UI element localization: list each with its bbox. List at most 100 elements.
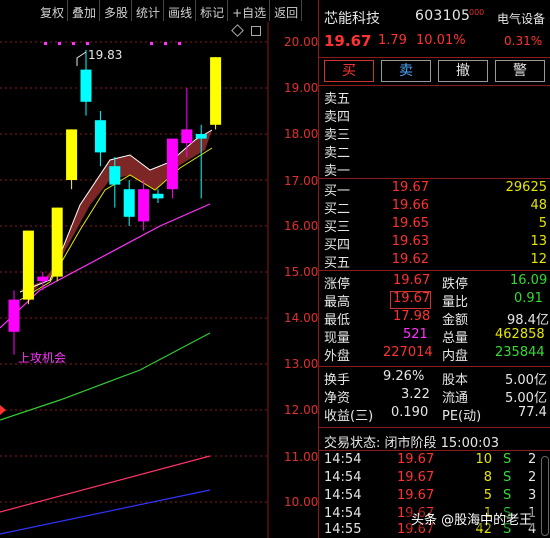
current-volume-label: 现量 <box>324 331 351 346</box>
bid-row[interactable]: 买二 19.66 48 <box>319 198 550 217</box>
price-axis-label: 16.00 <box>284 219 319 233</box>
tick-price: 19.67 <box>397 452 435 467</box>
toolbar-mark-button[interactable]: 标记 <box>196 0 229 21</box>
divider <box>319 366 550 367</box>
limit-up-value: 19.67 <box>393 273 431 288</box>
price-axis-label: 20.00 <box>284 35 319 49</box>
signal-dot <box>72 42 75 45</box>
bid-price: 19.67 <box>391 180 429 195</box>
buy-button[interactable]: 买 <box>324 60 374 82</box>
watermark-text: 头条 @股海中的老王 <box>407 508 537 529</box>
price-axis-label: 12.00 <box>284 403 319 417</box>
float-shares-value: 5.00亿 <box>505 391 547 406</box>
eps-value: 0.190 <box>391 405 429 420</box>
bid-row[interactable]: 买三 19.65 5 <box>319 216 550 235</box>
divider <box>319 427 550 428</box>
candle-body <box>195 134 207 139</box>
bid-price: 19.62 <box>391 252 429 267</box>
amount-value: 98.4亿 <box>507 313 549 328</box>
current-volume-value: 521 <box>403 327 428 342</box>
bid-level-label: 买四 <box>324 238 351 253</box>
signal-dot <box>164 42 167 45</box>
bid-volume: 13 <box>530 234 547 249</box>
tick-price: 19.67 <box>397 488 435 503</box>
tick-row: 14:54 19.67 5 S 3 <box>319 488 550 506</box>
tick-count: 3 <box>528 488 537 503</box>
eps-label: 收益(三) <box>324 409 374 424</box>
high-label: 最高 <box>324 295 351 310</box>
signal-dot <box>150 42 153 45</box>
candle-body <box>166 138 178 190</box>
total-shares-label: 股本 <box>442 373 469 388</box>
divider <box>319 85 550 86</box>
tick-volume: 5 <box>483 488 492 503</box>
signal-arrow-icon <box>0 405 6 415</box>
price-axis-label: 13.00 <box>284 357 319 371</box>
limit-down-label: 跌停 <box>442 277 469 292</box>
total-volume-value: 462858 <box>495 327 545 342</box>
candle-body <box>51 207 63 277</box>
sector-name[interactable]: 电气设备 <box>497 10 545 27</box>
float-shares-label: 流通 <box>442 391 469 406</box>
outer-volume-value: 227014 <box>383 345 433 360</box>
tick-volume: 8 <box>483 470 492 485</box>
sell-button[interactable]: 卖 <box>381 60 431 82</box>
ma-line-blue <box>0 489 211 535</box>
toolbar-multi-stock-button[interactable]: 多股 <box>100 0 133 21</box>
candle-body <box>66 129 78 180</box>
square-icon[interactable] <box>251 26 261 36</box>
price-alert-button[interactable]: 警 <box>495 60 545 82</box>
bid-level-label: 买一 <box>324 184 351 199</box>
toolbar-add-watchlist-button[interactable]: +自选 <box>228 0 271 21</box>
tick-count: 2 <box>528 470 537 485</box>
tick-time: 14:54 <box>324 470 362 485</box>
amount-label: 金额 <box>442 313 469 328</box>
tick-side: S <box>503 470 512 485</box>
inner-volume-label: 内盘 <box>442 349 469 364</box>
toolbar-back-button[interactable]: 返回 <box>270 0 303 21</box>
divider <box>319 57 550 58</box>
stock-code-tag: 000 <box>469 8 485 17</box>
sector-change-percent: 0.31% <box>504 34 543 48</box>
bid-row[interactable]: 买一 19.67 29625 <box>319 180 550 199</box>
candle-body <box>109 166 121 185</box>
low-value: 17.98 <box>393 309 431 324</box>
divider <box>319 270 550 271</box>
bid-volume: 12 <box>530 252 547 267</box>
low-label: 最低 <box>324 313 351 328</box>
stock-name: 芯能科技 <box>324 11 380 27</box>
toolbar-overlay-button[interactable]: 叠加 <box>68 0 101 21</box>
volume-ratio-value: 0.91 <box>514 291 543 306</box>
cancel-order-button[interactable]: 撤 <box>438 60 488 82</box>
tick-price: 19.67 <box>397 470 435 485</box>
inner-volume-value: 235844 <box>495 345 545 360</box>
price-axis-label: 19.00 <box>284 81 319 95</box>
tick-side: S <box>503 452 512 467</box>
toolbar-draw-line-button[interactable]: 画线 <box>164 0 197 21</box>
price-axis-label: 14.00 <box>284 311 319 325</box>
turnover-value: 9.26% <box>383 369 425 384</box>
divider <box>319 450 550 451</box>
candle-body <box>80 69 92 102</box>
quote-header: 芯能科技 603105 000 电气设备 19.67 1.79 10.01% 0… <box>319 0 550 58</box>
ask-level-label: 卖二 <box>324 146 351 161</box>
toolbar-statistics-button[interactable]: 统计 <box>132 0 165 21</box>
candle-body <box>138 189 150 222</box>
kline-chart-canvas[interactable] <box>0 0 318 538</box>
chart-toolbar: 复权 叠加 多股 统计 画线 标记 +自选 返回 <box>0 0 318 22</box>
bid-row[interactable]: 买五 19.62 12 <box>319 252 550 271</box>
candle-body <box>210 57 222 125</box>
ticks-scrollbar[interactable] <box>541 456 549 536</box>
candle-body <box>94 120 106 153</box>
tick-row: 14:54 19.67 8 S 2 <box>319 470 550 488</box>
bid-price: 19.63 <box>391 234 429 249</box>
tick-time: 14:54 <box>324 488 362 503</box>
tick-volume: 10 <box>475 452 492 467</box>
bid-level-label: 买五 <box>324 256 351 271</box>
kline-chart-panel[interactable]: 复权 叠加 多股 统计 画线 标记 +自选 返回 19.83 上攻机会 20.0… <box>0 0 318 538</box>
candle-body <box>22 230 34 300</box>
tick-side: S <box>503 488 512 503</box>
ma-line-green <box>0 332 211 421</box>
toolbar-restore-rights-button[interactable]: 复权 <box>0 0 69 21</box>
bid-row[interactable]: 买四 19.63 13 <box>319 234 550 253</box>
